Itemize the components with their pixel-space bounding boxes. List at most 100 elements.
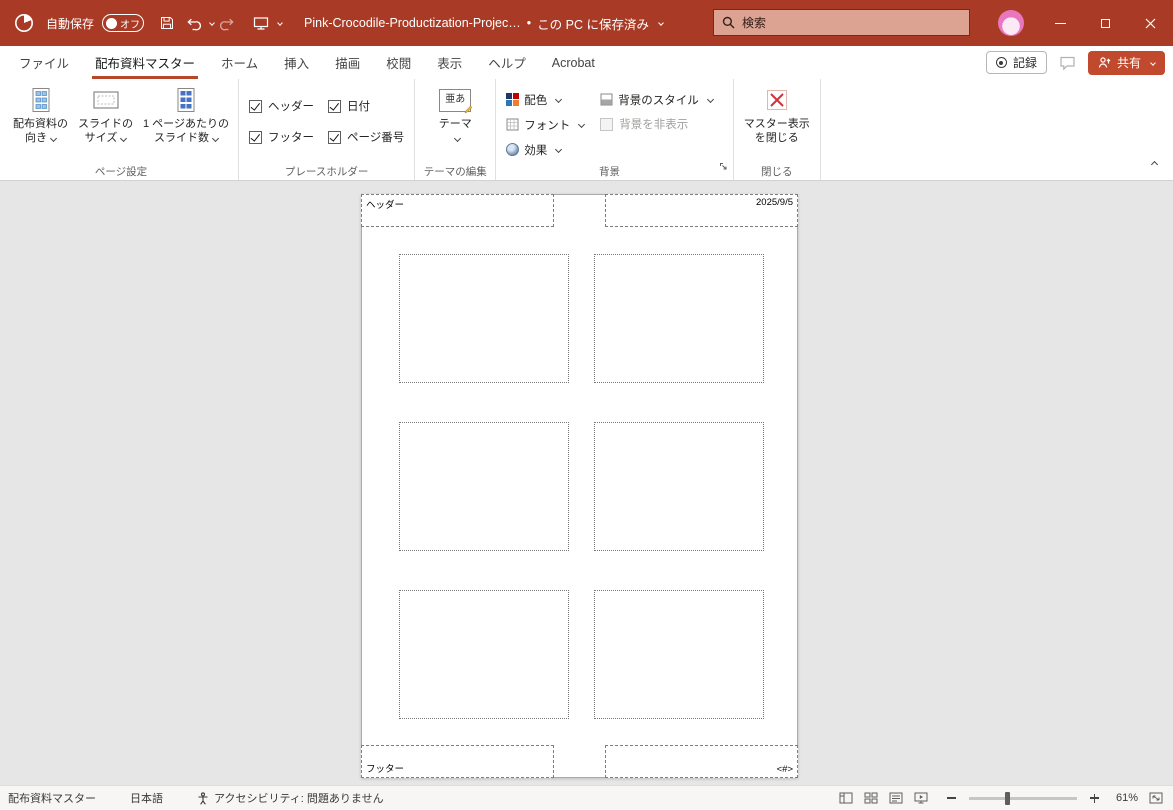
autosave-label: 自動保存: [46, 16, 95, 31]
slide-size-label-line2: サイズ: [84, 131, 118, 144]
comments-button[interactable]: [1059, 55, 1076, 71]
undo-button[interactable]: [180, 8, 206, 38]
zoom-slider[interactable]: [969, 791, 1077, 805]
slides-per-page-label-line1: 1 ページあたりの: [143, 118, 229, 130]
date-placeholder[interactable]: 2025/9/5: [605, 194, 798, 227]
user-avatar[interactable]: [998, 10, 1024, 36]
header-checkbox-label: ヘッダー: [267, 101, 314, 113]
save-button[interactable]: [154, 8, 180, 38]
dropdown-chevron-icon: [211, 134, 220, 142]
date-checkbox[interactable]: 日付: [327, 94, 404, 118]
ribbon-handout-master: 配布資料の 向き スライドの サイズ 1 ページあたりの スライド数 ページ設定…: [0, 79, 1173, 181]
slideshow-view-button[interactable]: [914, 792, 928, 804]
colors-button[interactable]: 配色: [506, 87, 584, 112]
slide-placeholder-6[interactable]: [594, 590, 764, 719]
slide-placeholder-4[interactable]: [594, 422, 764, 551]
handout-orientation-button[interactable]: 配布資料の 向き: [8, 82, 73, 145]
statusbar-view-label: 配布資料マスター: [8, 793, 96, 805]
fit-to-window-icon: [1149, 792, 1163, 804]
share-chevron-icon: [1150, 59, 1156, 66]
dropdown-chevron-icon: [555, 145, 563, 154]
fit-to-window-button[interactable]: [1149, 792, 1163, 804]
background-styles-button[interactable]: 背景のスタイル: [600, 87, 714, 112]
document-title[interactable]: Pink-Crocodile-Productization-Projec… • …: [304, 14, 664, 33]
group-placeholders: ヘッダー フッター 日付 ページ番号 プレースホルダー: [239, 79, 416, 180]
slide-sorter-icon: [864, 792, 878, 804]
record-button[interactable]: 記録: [985, 51, 1047, 74]
reading-view-icon: [889, 792, 903, 804]
group-label-close: 閉じる: [761, 165, 793, 178]
colors-label: 配色: [524, 94, 548, 107]
close-button[interactable]: [1128, 0, 1173, 46]
header-checkbox[interactable]: ヘッダー: [248, 94, 314, 118]
header-placeholder[interactable]: ヘッダー: [361, 194, 554, 227]
tab-handout-master[interactable]: 配布資料マスター: [82, 46, 208, 79]
editing-canvas: ヘッダー 2025/9/5 フッター <#>: [0, 181, 1173, 785]
group-background: 配色 フォント 効果 背景のスタイル 背景を非表示 背景: [496, 79, 734, 180]
effects-button[interactable]: 効果: [506, 137, 584, 162]
tab-acrobat[interactable]: Acrobat: [539, 46, 608, 79]
statusbar-language[interactable]: 日本語: [130, 790, 163, 806]
normal-view-button[interactable]: [839, 792, 853, 804]
checkbox-checked-icon: [327, 99, 341, 113]
title-dropdown-chevron-icon: [658, 20, 664, 26]
background-dialog-launcher[interactable]: [719, 159, 729, 177]
statusbar-accessibility[interactable]: アクセシビリティ: 問題ありません: [197, 790, 384, 806]
themes-button[interactable]: 亜あ テーマ: [434, 82, 477, 145]
slide-placeholder-1[interactable]: [399, 254, 569, 383]
toggle-knob-icon: [106, 17, 118, 29]
minimize-button[interactable]: [1038, 0, 1083, 46]
slide-sorter-view-button[interactable]: [864, 792, 878, 804]
tab-review[interactable]: 校閲: [373, 46, 424, 79]
tab-insert[interactable]: 挿入: [271, 46, 322, 79]
statusbar: 配布資料マスター 日本語 アクセシビリティ: 問題ありません 61%: [0, 785, 1173, 810]
share-button[interactable]: 共有: [1087, 50, 1165, 75]
slides-per-page-button[interactable]: 1 ページあたりの スライド数: [138, 82, 234, 145]
save-icon: [161, 17, 174, 29]
zoom-in-button[interactable]: [1090, 793, 1099, 803]
normal-view-icon: [839, 792, 853, 804]
slide-placeholder-3[interactable]: [399, 422, 569, 551]
fonts-label: フォント: [524, 119, 571, 132]
quick-access-display-button[interactable]: [248, 8, 274, 38]
minus-icon: [947, 797, 956, 799]
zoom-slider-thumb[interactable]: [1005, 791, 1010, 805]
quick-access-chevron-icon[interactable]: [277, 20, 283, 26]
titlebar: 自動保存 オフ Pink-Crocodile-Productization-Pr…: [0, 0, 1173, 46]
group-label-page-setup: ページ設定: [94, 165, 148, 178]
redo-button[interactable]: [214, 8, 240, 38]
tab-file[interactable]: ファイル: [6, 46, 82, 79]
close-master-view-button[interactable]: マスター表示 を閉じる: [739, 82, 815, 145]
close-icon: [1145, 18, 1156, 28]
page-number-checkbox-label: ページ番号: [346, 132, 405, 144]
search-input[interactable]: [742, 15, 961, 30]
collapse-ribbon-button[interactable]: [1148, 154, 1159, 172]
maximize-icon: [1101, 18, 1110, 28]
footer-checkbox[interactable]: フッター: [248, 125, 314, 149]
slide-placeholder-5[interactable]: [399, 590, 569, 719]
zoom-level[interactable]: 61%: [1110, 792, 1138, 804]
tab-home[interactable]: ホーム: [208, 46, 271, 79]
page-number-placeholder[interactable]: <#>: [605, 745, 798, 778]
slide-placeholder-2[interactable]: [594, 254, 764, 383]
comment-icon: [1060, 56, 1075, 70]
footer-placeholder[interactable]: フッター: [361, 745, 554, 778]
accessibility-icon: [198, 791, 208, 805]
hide-background-checkbox[interactable]: 背景を非表示: [600, 112, 713, 136]
accessibility-status-text: アクセシビリティ: 問題ありません: [214, 793, 384, 805]
fonts-button[interactable]: フォント: [506, 112, 586, 137]
maximize-button[interactable]: [1083, 0, 1128, 46]
header-placeholder-text: ヘッダー: [366, 200, 405, 211]
tab-draw[interactable]: 描画: [322, 46, 373, 79]
page-number-checkbox[interactable]: ページ番号: [327, 125, 405, 149]
reading-view-button[interactable]: [889, 792, 903, 804]
record-icon: [995, 57, 1007, 68]
tab-help[interactable]: ヘルプ: [475, 46, 539, 79]
autosave-toggle[interactable]: オフ: [102, 14, 145, 32]
powerpoint-app-icon[interactable]: [12, 11, 36, 35]
slide-size-button[interactable]: スライドの サイズ: [73, 82, 138, 145]
checkbox-disabled-icon: [600, 117, 614, 131]
zoom-out-button[interactable]: [947, 797, 956, 799]
tab-view[interactable]: 表示: [424, 46, 475, 79]
search-box[interactable]: [713, 9, 970, 36]
